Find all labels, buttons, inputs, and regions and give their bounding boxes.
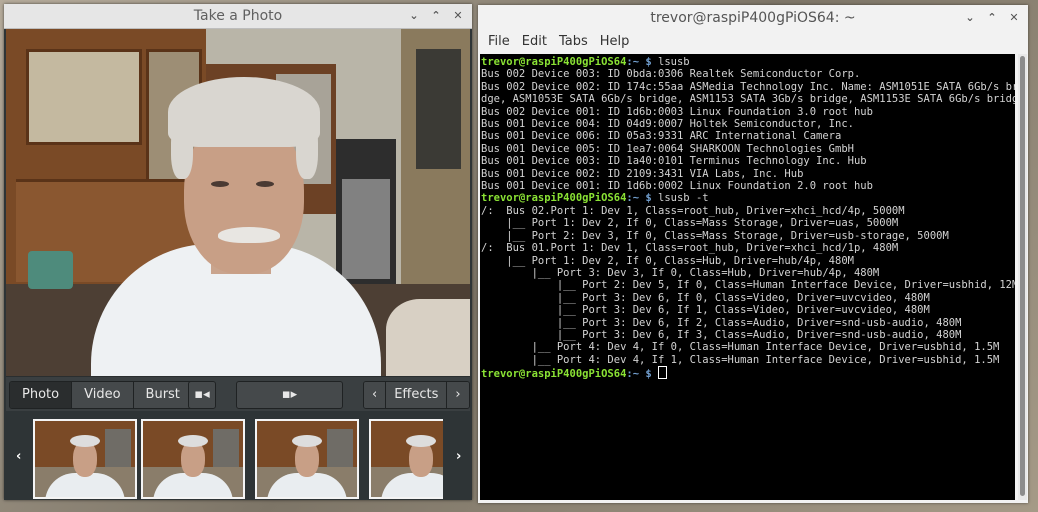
terminal-output-line: |__ Port 3: Dev 3, If 0, Class=Hub, Driv… [481, 266, 880, 279]
fullscreen-button[interactable]: ▪◂ [188, 381, 216, 409]
terminal-output-line: |__ Port 3: Dev 6, If 1, Class=Video, Dr… [481, 304, 930, 317]
prompt-user: trevor@raspiP400gPiOS64 [481, 192, 627, 205]
mode-selector: Photo Video Burst [9, 381, 193, 409]
photo-window-titlebar[interactable]: Take a Photo ⌄ ⌃ ✕ [4, 4, 472, 29]
terminal-output-line: /: Bus 01.Port 1: Dev 1, Class=root_hub,… [481, 242, 899, 255]
terminal-output-line: Bus 001 Device 003: ID 1a40:0101 Terminu… [481, 155, 867, 168]
terminal-cursor [658, 366, 668, 380]
terminal-output-line: Bus 002 Device 002: ID 174c:55aa ASMedia… [481, 80, 1015, 93]
terminal-output-line: |__ Port 4: Dev 4, If 1, Class=Human Int… [481, 353, 1000, 366]
terminal-titlebar[interactable]: trevor@raspiP400gPiOS64: ~ ⌄ ⌃ ✕ [478, 5, 1028, 31]
menu-file[interactable]: File [482, 31, 516, 53]
terminal-output-line: Bus 002 Device 001: ID 1d6b:0003 Linux F… [481, 105, 873, 118]
photo-window-title: Take a Photo [193, 8, 283, 24]
photo-thumbnail[interactable] [255, 419, 359, 499]
terminal-prompt-line: trevor@raspiP400gPiOS64:~ $ lsusb -t [481, 192, 1015, 204]
mode-video-button[interactable]: Video [72, 382, 134, 408]
maximize-icon[interactable]: ⌃ [984, 10, 1000, 26]
photo-thumbnail[interactable] [369, 419, 443, 499]
terminal-prompt-line: trevor@raspiP400gPiOS64:~ $ lsusb [481, 56, 1015, 68]
effects-control: ‹ Effects › [363, 381, 470, 409]
terminal-output-line: |__ Port 3: Dev 6, If 2, Class=Audio, Dr… [481, 316, 962, 329]
menu-edit[interactable]: Edit [516, 31, 553, 53]
fullscreen-icon: ▪◂ [194, 387, 210, 402]
terminal-output-line: Bus 001 Device 006: ID 05a3:9331 ARC Int… [481, 130, 842, 143]
photo-thumbnail[interactable] [141, 419, 245, 499]
terminal-output-line: |__ Port 3: Dev 6, If 3, Class=Audio, Dr… [481, 328, 962, 341]
take-photo-button[interactable]: ▪▸ [236, 381, 343, 409]
terminal-output-line: |__ Port 3: Dev 6, If 0, Class=Video, Dr… [481, 291, 930, 304]
prompt-user: trevor@raspiP400gPiOS64 [481, 368, 627, 381]
minimize-icon[interactable]: ⌄ [406, 8, 422, 24]
prompt-path: :~ $ [626, 368, 652, 381]
scrollbar-thumb[interactable] [1020, 56, 1025, 496]
terminal-output-line: |__ Port 2: Dev 3, If 0, Class=Mass Stor… [481, 229, 949, 242]
take-a-photo-window[interactable]: Take a Photo ⌄ ⌃ ✕ Photo Video Burst ▪◂ … [4, 4, 472, 500]
chevron-right-icon[interactable]: › [456, 449, 461, 464]
terminal-output-line: Bus 001 Device 004: ID 04d9:0007 Holtek … [481, 118, 854, 131]
terminal-output-line: Bus 001 Device 002: ID 2109:3431 VIA Lab… [481, 167, 804, 180]
menu-help[interactable]: Help [594, 31, 636, 53]
terminal-output-line: |__ Port 2: Dev 5, If 0, Class=Human Int… [481, 279, 1015, 292]
terminal-output-line: |__ Port 4: Dev 4, If 0, Class=Human Int… [481, 341, 1000, 354]
thumbnail-strip: ‹ › [6, 411, 470, 499]
terminal-output-line: Bus 001 Device 001: ID 1d6b:0002 Linux F… [481, 180, 873, 193]
terminal-output-line: Bus 002 Device 003: ID 0bda:0306 Realtek… [481, 68, 861, 81]
terminal-output[interactable]: trevor@raspiP400gPiOS64:~ $ lsusb Bus 002… [480, 54, 1015, 500]
mode-burst-button[interactable]: Burst [133, 382, 192, 408]
minimize-icon[interactable]: ⌄ [962, 10, 978, 26]
prompt-path: :~ $ [626, 56, 652, 68]
terminal-scrollbar[interactable] [1018, 54, 1027, 500]
terminal-window[interactable]: trevor@raspiP400gPiOS64: ~ ⌄ ⌃ ✕ File Ed… [478, 5, 1028, 503]
command-text: lsusb [651, 56, 690, 68]
terminal-window-title: trevor@raspiP400gPiOS64: ~ [650, 10, 856, 26]
camera-preview [6, 29, 470, 376]
camera-toolbar: Photo Video Burst ▪◂ ▪▸ ‹ Effects › [6, 376, 470, 411]
menu-tabs[interactable]: Tabs [553, 31, 594, 53]
terminal-text: trevor@raspiP400gPiOS64:~ $ lsusb Bus 002… [480, 54, 1015, 381]
command-text: lsusb -t [651, 192, 709, 205]
terminal-output-line: |__ Port 1: Dev 2, If 0, Class=Mass Stor… [481, 217, 899, 230]
effects-next-button[interactable]: › [447, 382, 469, 408]
terminal-output-line: Bus 001 Device 005: ID 1ea7:0064 SHARKOO… [481, 142, 854, 155]
effects-button[interactable]: Effects [386, 382, 448, 408]
close-icon[interactable]: ✕ [1006, 10, 1022, 26]
prompt-path: :~ $ [626, 192, 652, 205]
photo-thumbnail[interactable] [33, 419, 137, 499]
terminal-menubar: File Edit Tabs Help [478, 31, 1028, 53]
terminal-output-line: dge, ASM1053E SATA 6Gb/s bridge, ASM1153… [481, 93, 1015, 106]
effects-prev-button[interactable]: ‹ [364, 382, 387, 408]
camera-icon: ▪▸ [281, 387, 298, 402]
terminal-prompt-line: trevor@raspiP400gPiOS64:~ $ [481, 366, 1015, 380]
prompt-user: trevor@raspiP400gPiOS64 [481, 56, 627, 68]
terminal-output-line: /: Bus 02.Port 1: Dev 1, Class=root_hub,… [481, 204, 905, 217]
close-icon[interactable]: ✕ [450, 8, 466, 24]
chevron-left-icon[interactable]: ‹ [16, 449, 21, 464]
terminal-output-line: |__ Port 1: Dev 2, If 0, Class=Hub, Driv… [481, 254, 854, 267]
maximize-icon[interactable]: ⌃ [428, 8, 444, 24]
mode-photo-button[interactable]: Photo [10, 382, 73, 408]
